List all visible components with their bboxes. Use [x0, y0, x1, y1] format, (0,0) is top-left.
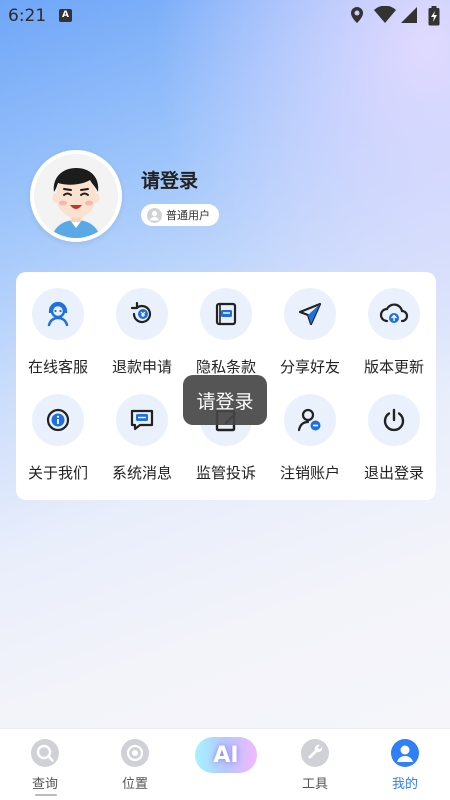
- menu-item-label: 退出登录: [363, 464, 424, 482]
- message-icon: [116, 394, 168, 446]
- refund-icon: [116, 288, 168, 340]
- menu-item-customer-service[interactable]: 在线客服: [16, 272, 100, 376]
- cloud-update-icon: [368, 288, 420, 340]
- avatar[interactable]: [30, 150, 122, 242]
- menu-item-label: 分享好友: [279, 358, 340, 376]
- about-icon: [32, 394, 84, 446]
- menu-item-label: 注销账户: [279, 464, 340, 482]
- menu-item-delete-account[interactable]: 注销账户: [268, 378, 352, 482]
- signal-icon: [401, 7, 417, 23]
- nav-item-mine[interactable]: 我的: [360, 729, 450, 800]
- location-icon: [351, 7, 363, 23]
- wrench-icon: [301, 739, 329, 767]
- nav-item-query[interactable]: 查询: [0, 729, 90, 800]
- user-type-label: 普通用户: [166, 209, 210, 222]
- nav-label: 工具: [301, 777, 328, 792]
- status-icons: [350, 6, 442, 26]
- bottom-nav: 查询 位置 AI 工具 我的: [0, 728, 450, 800]
- menu-item-label: 系统消息: [111, 464, 172, 482]
- menu-item-privacy[interactable]: 隐私条款: [184, 272, 268, 376]
- menu-item-label: 版本更新: [363, 358, 424, 376]
- nav-item-tools[interactable]: 工具: [270, 729, 360, 800]
- share-icon: [284, 288, 336, 340]
- profile-icon: [391, 739, 419, 767]
- menu-item-label: 隐私条款: [195, 358, 256, 376]
- status-time: 6:21: [8, 6, 47, 26]
- nav-label: 查询: [31, 777, 58, 792]
- menu-item-label: 监管投诉: [195, 464, 256, 482]
- delete-account-icon: [284, 394, 336, 446]
- menu-item-refund[interactable]: 退款申请: [100, 272, 184, 376]
- user-type-badge: 普通用户: [141, 204, 219, 226]
- status-bar: 6:21 A: [0, 0, 450, 32]
- menu-item-label: 关于我们: [27, 464, 88, 482]
- notification-badge: A: [59, 9, 72, 22]
- menu-item-about[interactable]: 关于我们: [16, 378, 100, 482]
- customer-service-icon: [32, 288, 84, 340]
- nav-item-location[interactable]: 位置: [90, 729, 180, 800]
- power-icon: [368, 394, 420, 446]
- search-icon: [31, 739, 59, 767]
- location-target-icon: [121, 739, 149, 767]
- nav-item-ai[interactable]: AI: [195, 737, 257, 773]
- menu-item-version-update[interactable]: 版本更新: [352, 272, 436, 376]
- menu-item-label: 在线客服: [27, 358, 88, 376]
- menu-item-logout[interactable]: 退出登录: [352, 378, 436, 482]
- battery-icon: [428, 6, 440, 26]
- menu-item-share[interactable]: 分享好友: [268, 272, 352, 376]
- home-indicator: [35, 794, 57, 796]
- user-icon: [147, 207, 162, 223]
- wifi-icon: [374, 6, 396, 23]
- avatar-illustration: [34, 154, 118, 238]
- toast-message: 请登录: [183, 375, 267, 425]
- menu-item-system-messages[interactable]: 系统消息: [100, 378, 184, 482]
- privacy-icon: [200, 288, 252, 340]
- nav-label: 我的: [391, 777, 418, 792]
- nav-label: 位置: [121, 777, 148, 792]
- login-prompt[interactable]: 请登录: [141, 166, 198, 193]
- ai-label: AI: [213, 742, 239, 768]
- menu-item-label: 退款申请: [111, 358, 172, 376]
